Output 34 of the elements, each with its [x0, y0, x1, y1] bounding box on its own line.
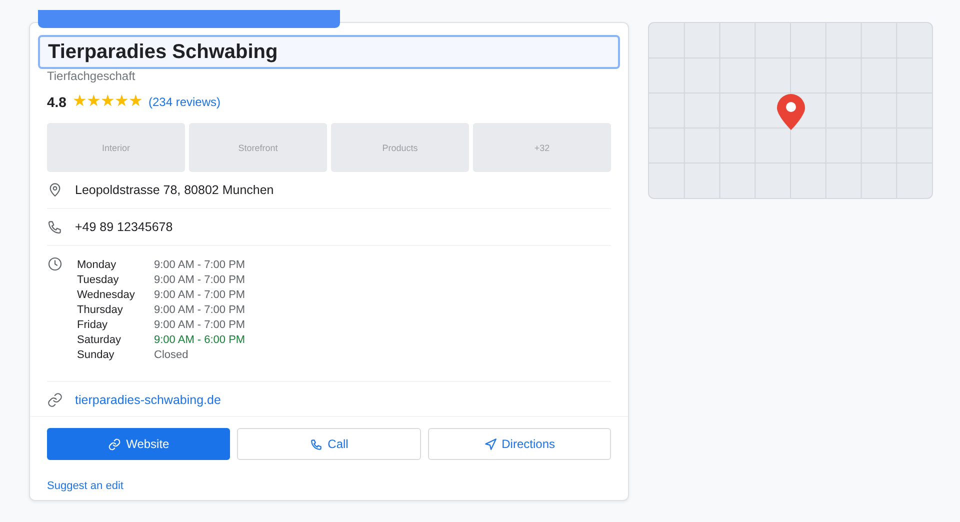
phone-icon	[310, 438, 323, 450]
link-icon	[47, 392, 63, 408]
day-label: Wednesday	[77, 288, 136, 303]
website-link[interactable]: tierparadies-schwabing.de	[75, 392, 221, 408]
hours-text: 9:00 AM - 7:00 PM	[154, 258, 246, 273]
day-label: Monday	[77, 258, 118, 273]
phone-icon	[47, 219, 63, 235]
map-pin-icon[interactable]	[777, 94, 805, 130]
hours-text: 9:00 AM - 7:00 PM	[154, 303, 246, 318]
day-label: Saturday	[77, 333, 122, 348]
action-button[interactable]: Website	[47, 428, 230, 460]
hours-text: 9:00 AM - 6:00 PM	[154, 333, 246, 348]
rating-value: 4.8	[47, 94, 66, 110]
day-label: Friday	[77, 318, 109, 333]
reviews-link[interactable]: (234 reviews)	[148, 95, 220, 109]
hours-text: 9:00 AM - 7:00 PM	[154, 288, 246, 303]
day-label: Thursday	[77, 303, 124, 318]
navigation-arrow-icon	[484, 438, 497, 450]
hours-text: Closed	[154, 348, 190, 363]
suggest-edit-link[interactable]: Suggest an edit	[47, 480, 124, 492]
address-text: Leopoldstrasse 78, 80802 Munchen	[75, 182, 274, 198]
star-rating: ★★★★★	[72, 94, 142, 110]
business-category: Tierfachgeschaft	[47, 69, 136, 83]
location-pin-icon	[47, 182, 63, 198]
action-button[interactable]: Call	[237, 428, 421, 460]
hours-text: 9:00 AM - 7:00 PM	[154, 318, 246, 333]
phone-number: +49 89 12345678	[75, 219, 173, 235]
action-button[interactable]: Directions	[428, 428, 611, 460]
day-label: Sunday	[77, 348, 116, 363]
day-label: Tuesday	[77, 273, 120, 288]
clock-icon	[47, 256, 63, 272]
business-name-field[interactable]: Tierparadies Schwabing	[38, 35, 620, 69]
link-icon	[108, 438, 122, 450]
hours-text: 9:00 AM - 7:00 PM	[154, 273, 246, 288]
